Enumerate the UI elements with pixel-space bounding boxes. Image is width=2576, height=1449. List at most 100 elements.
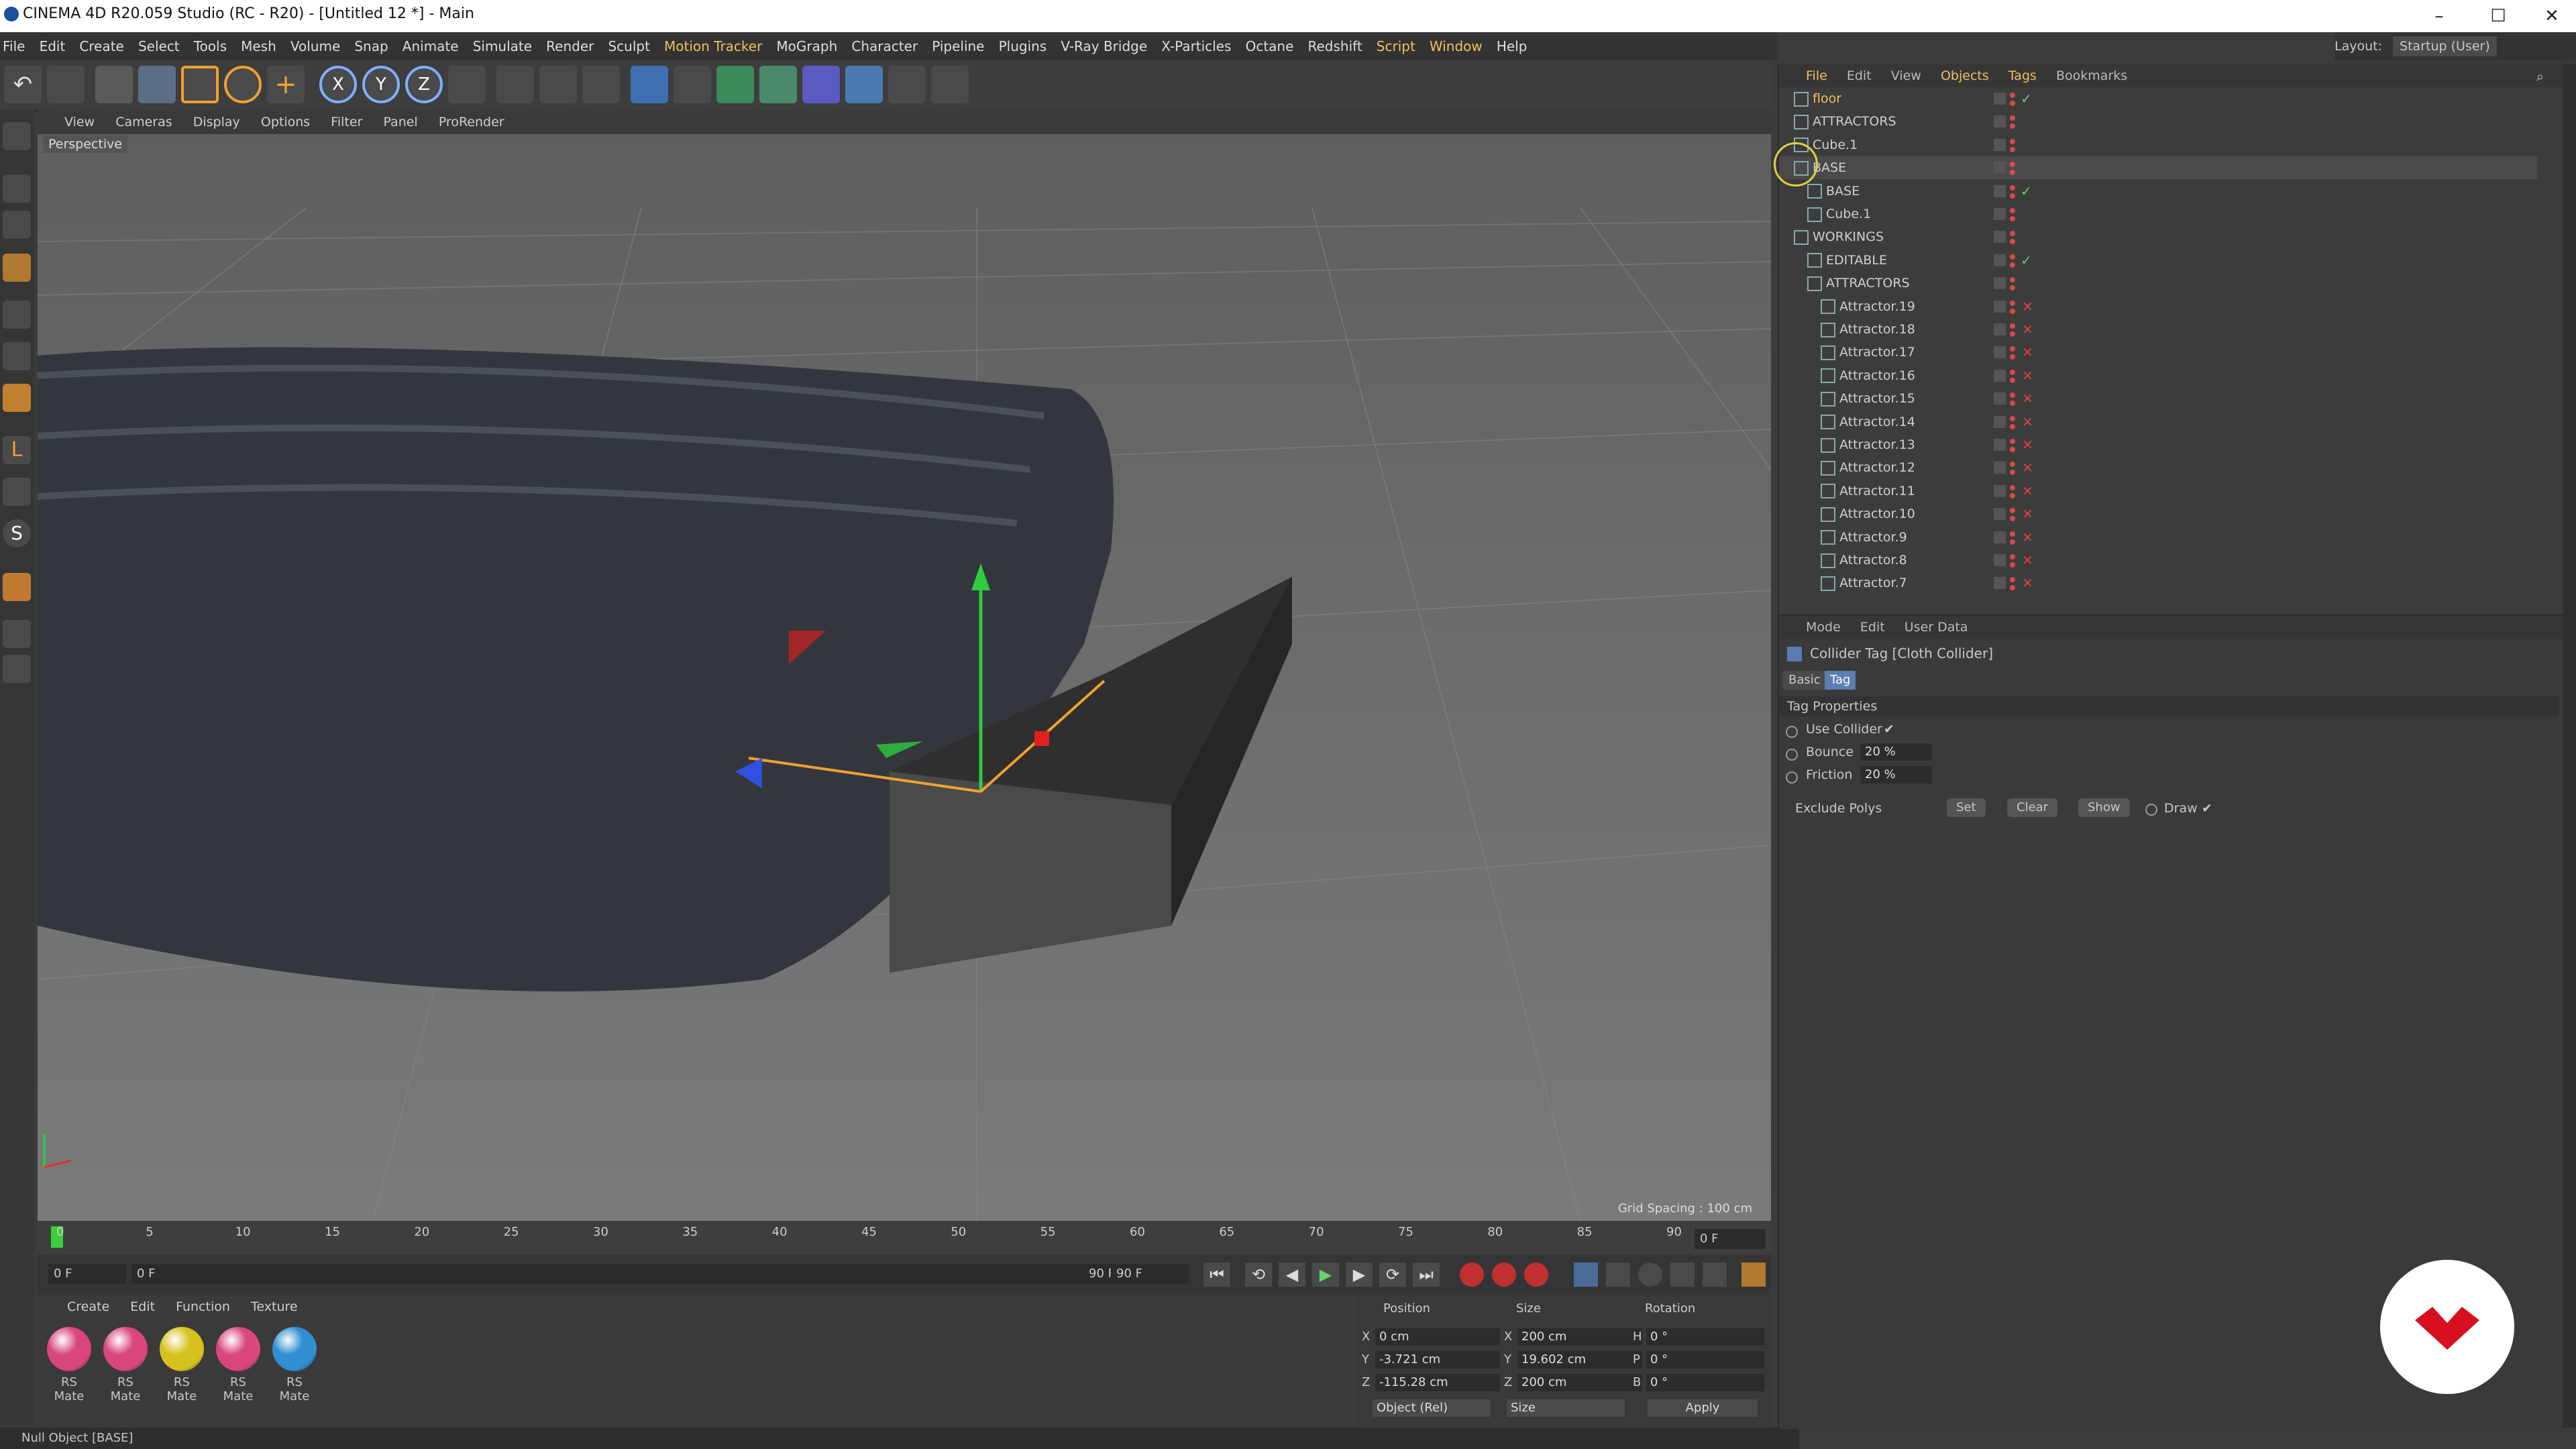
menu-motion-tracker[interactable]: Motion Tracker [664, 32, 762, 60]
show-button[interactable]: Show [2078, 798, 2130, 817]
next-frame-icon[interactable]: ▶ [1346, 1263, 1373, 1287]
om-search-icon[interactable]: ⌕ [2536, 68, 2544, 85]
undo-icon[interactable]: ↶ [4, 66, 42, 103]
redo-icon[interactable] [47, 66, 85, 103]
object-row[interactable]: Cube.1 [1779, 133, 2537, 156]
rot-p-field[interactable]: 0 ° [1646, 1351, 1764, 1368]
layer-toggle-icon[interactable] [1994, 531, 2006, 543]
vp-menu-prorender[interactable]: ProRender [439, 110, 504, 134]
layer-toggle-icon[interactable] [1994, 323, 2006, 335]
render-picture-viewer-icon[interactable] [539, 66, 577, 103]
menu-mesh[interactable]: Mesh [241, 32, 276, 60]
layer-toggle-icon[interactable] [1994, 277, 2006, 290]
render-visibility-dot[interactable] [2010, 585, 2015, 591]
bounce-radio[interactable] [1786, 749, 1798, 761]
render-visibility-dot[interactable] [2010, 400, 2015, 407]
polygons-mode-icon[interactable] [3, 384, 31, 412]
layer-toggle-icon[interactable] [1994, 392, 2006, 405]
layer-toggle-icon[interactable] [1994, 508, 2006, 521]
menu-redshift[interactable]: Redshift [1308, 32, 1362, 60]
light-icon[interactable] [931, 66, 969, 103]
floor-icon[interactable] [845, 66, 883, 103]
disabled-icon[interactable]: ✕ [2022, 387, 2033, 410]
prev-frame-icon[interactable]: ◀ [1279, 1263, 1305, 1287]
layer-toggle-icon[interactable] [1994, 300, 2006, 313]
size-z-field[interactable]: 200 cm [1517, 1374, 1642, 1391]
snap-icon[interactable]: S [3, 519, 31, 547]
object-row[interactable]: Attractor.16 ✕ [1779, 364, 2537, 387]
disabled-icon[interactable]: ✕ [2022, 318, 2033, 341]
texture-mode-icon[interactable] [3, 211, 31, 239]
move-tool-icon[interactable] [138, 66, 176, 103]
axis-mode-icon[interactable]: L [3, 436, 31, 464]
deformer-icon[interactable] [802, 66, 840, 103]
menu-script[interactable]: Script [1377, 32, 1415, 60]
edges-mode-icon[interactable] [3, 342, 31, 370]
render-visibility-dot[interactable] [2010, 146, 2015, 152]
render-settings-icon[interactable] [582, 66, 620, 103]
layer-toggle-icon[interactable] [1994, 231, 2006, 244]
pos-y-field[interactable]: -3.721 cm [1375, 1351, 1500, 1368]
object-row[interactable]: BASE [1779, 156, 2537, 180]
object-row[interactable]: WORKINGS [1779, 225, 2537, 248]
workplane-grid-icon[interactable] [3, 655, 31, 683]
tweak-mode-icon[interactable] [3, 478, 31, 506]
menu-snap[interactable]: Snap [354, 32, 388, 60]
vp-menu-display[interactable]: Display [193, 110, 240, 134]
editor-visibility-dot[interactable] [2010, 462, 2015, 468]
editor-visibility-dot[interactable] [2010, 508, 2015, 514]
menu-animate[interactable]: Animate [402, 32, 459, 60]
menu-edit[interactable]: Edit [40, 32, 66, 60]
key-rotation-icon[interactable] [1638, 1263, 1662, 1287]
model-mode-icon[interactable] [3, 174, 31, 203]
disabled-icon[interactable]: ✕ [2022, 456, 2033, 479]
minimize-button[interactable]: – [2418, 3, 2461, 30]
vp-menu-options[interactable]: Options [261, 110, 310, 134]
material-swatch[interactable]: RS Mate [44, 1327, 94, 1403]
close-button[interactable]: ✕ [2530, 3, 2573, 30]
layer-toggle-icon[interactable] [1994, 93, 2006, 105]
object-row[interactable]: Attractor.10 ✕ [1779, 502, 2537, 525]
autokey-icon[interactable] [1492, 1263, 1516, 1287]
am-menu-mode[interactable]: Mode [1806, 616, 1841, 639]
subdivision-icon[interactable] [716, 66, 754, 103]
coordinate-system-icon[interactable] [448, 66, 486, 103]
y-axis-lock-icon[interactable]: Y [362, 66, 400, 103]
array-icon[interactable] [759, 66, 797, 103]
layer-toggle-icon[interactable] [1994, 254, 2006, 266]
om-menu-bookmarks[interactable]: Bookmarks [2056, 64, 2127, 87]
editor-visibility-dot[interactable] [2010, 208, 2015, 213]
menu-sculpt[interactable]: Sculpt [608, 32, 649, 60]
render-visibility-dot[interactable] [2010, 470, 2015, 476]
timeline-ruler[interactable]: 0 5 10 15 20 25 30 35 40 45 50 55 60 65 70 75 80 85 90 0 F [38, 1222, 1771, 1254]
object-row[interactable]: BASE ✓ [1779, 180, 2537, 203]
coord-mode-dropdown[interactable]: Object (Rel) [1373, 1399, 1491, 1417]
object-row[interactable]: ATTRACTORS [1779, 272, 2537, 294]
prev-key-icon[interactable]: ⟲ [1245, 1263, 1272, 1287]
menu-mograph[interactable]: MoGraph [776, 32, 837, 60]
vp-menu-filter[interactable]: Filter [331, 110, 362, 134]
render-visibility-dot[interactable] [2010, 170, 2015, 176]
editor-visibility-dot[interactable] [2010, 231, 2015, 237]
menu-create[interactable]: Create [79, 32, 123, 60]
object-row[interactable]: EDITABLE ✓ [1779, 249, 2537, 272]
render-visibility-dot[interactable] [2010, 101, 2015, 106]
editor-visibility-dot[interactable] [2010, 115, 2015, 121]
disabled-icon[interactable]: ✕ [2022, 364, 2033, 387]
render-visibility-dot[interactable] [2010, 447, 2015, 452]
key-pla-icon[interactable] [1703, 1263, 1727, 1287]
apply-button[interactable]: Apply [1648, 1399, 1758, 1417]
editor-visibility-dot[interactable] [2010, 531, 2015, 537]
layer-toggle-icon[interactable] [1994, 577, 2006, 590]
play-icon[interactable]: ▶ [1312, 1263, 1339, 1287]
layout-dropdown[interactable]: Startup (User) [2393, 36, 2497, 56]
layer-toggle-icon[interactable] [1994, 115, 2006, 128]
workplane-icon[interactable] [3, 254, 31, 282]
size-x-field[interactable]: 200 cm [1517, 1328, 1642, 1346]
editor-visibility-dot[interactable] [2010, 93, 2015, 98]
render-visibility-dot[interactable] [2010, 539, 2015, 545]
right-tab-strip[interactable] [2563, 64, 2576, 1428]
tab-tag[interactable]: Tag [1825, 671, 1856, 690]
om-menu-edit[interactable]: Edit [1847, 64, 1872, 87]
size-mode-dropdown[interactable]: Size [1507, 1399, 1625, 1417]
